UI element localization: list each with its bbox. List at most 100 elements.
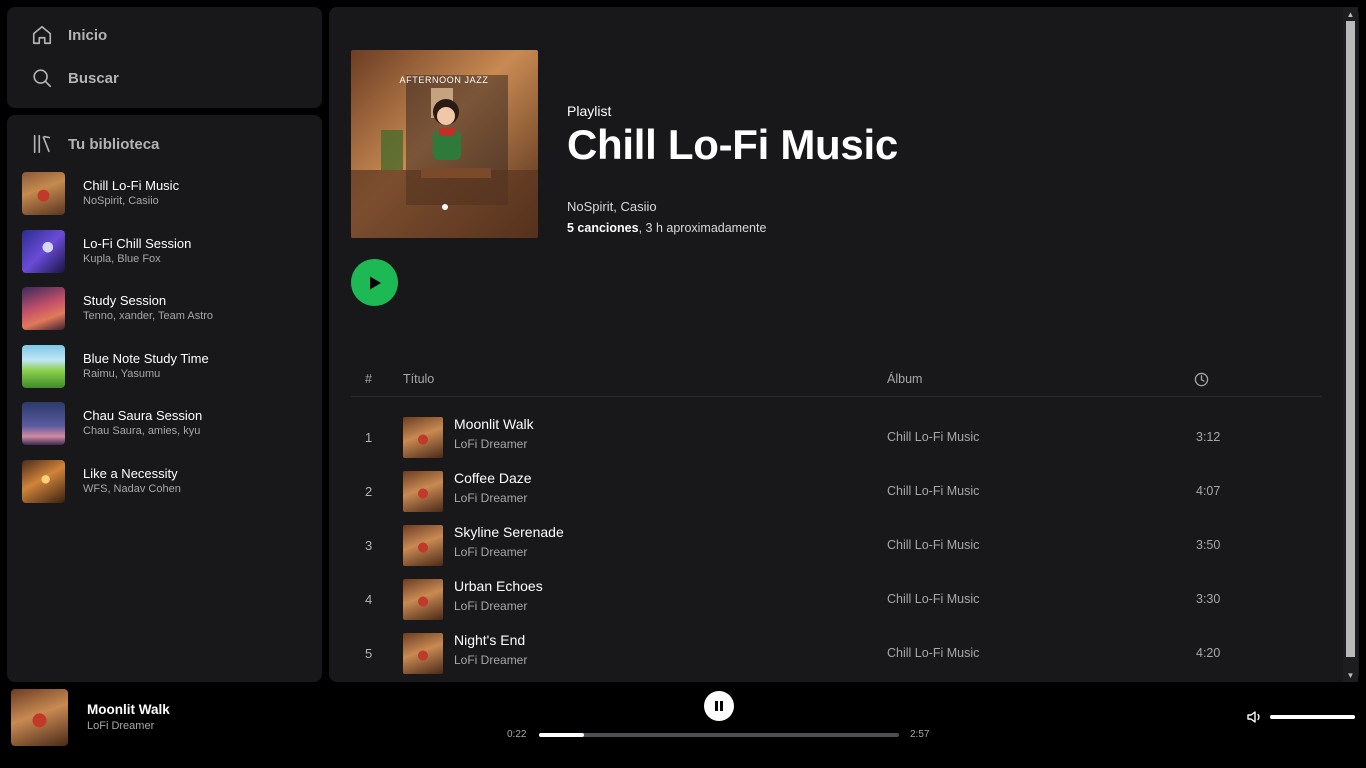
track-album[interactable]: Chill Lo-Fi Music — [887, 646, 979, 660]
home-icon — [32, 25, 52, 45]
tracklist-header: # Título Álbum — [351, 369, 1322, 397]
library-item-title: Blue Note Study Time — [83, 350, 209, 366]
playlist-cover-thumb — [22, 459, 65, 503]
scrollbar-thumb[interactable] — [1346, 21, 1355, 657]
pause-icon — [715, 701, 723, 711]
track-album[interactable]: Chill Lo-Fi Music — [887, 430, 979, 444]
track-album[interactable]: Chill Lo-Fi Music — [887, 538, 979, 552]
now-playing-cover[interactable] — [11, 689, 68, 746]
playlist-count: 5 canciones, 3 h aproximadamente — [567, 221, 766, 235]
track-number: 1 — [365, 430, 373, 445]
scroll-up-arrow-icon[interactable]: ▲ — [1343, 7, 1358, 21]
library-item[interactable]: Lo-Fi Chill Session Kupla, Blue Fox — [22, 229, 312, 273]
playlist-cover-thumb — [22, 172, 65, 215]
scroll-down-arrow-icon[interactable]: ▼ — [1343, 668, 1358, 682]
track-number: 5 — [365, 646, 373, 661]
track-thumb — [403, 417, 443, 458]
track-artist[interactable]: LoFi Dreamer — [454, 599, 527, 613]
track-row[interactable]: 3 Skyline Serenade LoFi Dreamer Chill Lo… — [351, 519, 1322, 573]
main-view: AFTERNOON JAZZ Playlist Chill Lo-Fi Musi… — [329, 7, 1359, 682]
track-row[interactable]: 5 Night's End LoFi Dreamer Chill Lo-Fi M… — [351, 627, 1322, 681]
library-item-title: Lo-Fi Chill Session — [83, 235, 192, 251]
library-item-title: Chill Lo-Fi Music — [83, 178, 180, 193]
col-number: # — [365, 372, 372, 386]
library-item-subtitle: Chau Saura, amies, kyu — [83, 425, 201, 438]
main-scrollbar[interactable]: ▲ ▼ — [1343, 7, 1358, 682]
track-artist[interactable]: LoFi Dreamer — [454, 545, 527, 559]
track-duration: 4:20 — [1196, 646, 1221, 660]
playlist-cover-thumb — [22, 344, 65, 388]
track-row[interactable]: 1 Moonlit Walk LoFi Dreamer Chill Lo-Fi … — [351, 411, 1322, 465]
library-icon — [33, 134, 51, 154]
nav-home[interactable]: Inicio — [31, 24, 107, 46]
volume-slider[interactable] — [1270, 715, 1355, 719]
playlist-title: Chill Lo-Fi Music — [567, 121, 898, 168]
library-header[interactable]: Tu biblioteca — [31, 133, 159, 155]
tracklist: 1 Moonlit Walk LoFi Dreamer Chill Lo-Fi … — [351, 411, 1322, 681]
track-album[interactable]: Chill Lo-Fi Music — [887, 484, 979, 498]
now-playing-title[interactable]: Moonlit Walk — [87, 702, 170, 717]
nav-panel: Inicio Buscar — [7, 7, 322, 108]
nav-home-label: Inicio — [68, 26, 108, 44]
library-item[interactable]: Study Session Tenno, xander, Team Astro — [22, 287, 312, 331]
track-title[interactable]: Moonlit Walk — [454, 416, 534, 432]
playlist-cover: AFTERNOON JAZZ — [351, 50, 538, 238]
search-icon — [33, 69, 52, 88]
track-duration: 3:12 — [1196, 430, 1221, 444]
library-item[interactable]: Chau Saura Session Chau Saura, amies, ky… — [22, 402, 312, 446]
track-row[interactable]: 4 Urban Echoes LoFi Dreamer Chill Lo-Fi … — [351, 573, 1322, 627]
playlist-artists[interactable]: NoSpirit, Casiio — [567, 199, 657, 214]
library-item[interactable]: Like a Necessity WFS, Nadav Cohen — [22, 459, 312, 503]
playlist-cover-thumb — [22, 229, 65, 273]
library-item-subtitle: Kupla, Blue Fox — [83, 252, 161, 265]
playlist-type: Playlist — [567, 103, 612, 119]
play-icon — [369, 276, 381, 289]
track-album[interactable]: Chill Lo-Fi Music — [887, 592, 979, 606]
volume-fill — [1270, 715, 1355, 719]
cover-text: AFTERNOON JAZZ — [400, 75, 489, 85]
library-item-title: Like a Necessity — [83, 465, 178, 481]
cover-art: AFTERNOON JAZZ — [351, 50, 538, 238]
col-title: Título — [403, 372, 435, 386]
progress-fill — [539, 733, 584, 737]
track-duration: 4:07 — [1196, 484, 1221, 498]
nav-search[interactable]: Buscar — [31, 67, 119, 89]
track-thumb — [403, 471, 443, 512]
total-time: 2:57 — [910, 729, 930, 740]
track-artist[interactable]: LoFi Dreamer — [454, 653, 527, 667]
track-title[interactable]: Coffee Daze — [454, 470, 532, 486]
library-item[interactable]: Blue Note Study Time Raimu, Yasumu — [22, 344, 312, 388]
clock-icon — [1194, 372, 1209, 390]
playlist-duration: , 3 h aproximadamente — [638, 221, 767, 235]
track-number: 3 — [365, 538, 373, 553]
now-playing-artist[interactable]: LoFi Dreamer — [87, 720, 154, 732]
track-artist[interactable]: LoFi Dreamer — [454, 491, 527, 505]
volume-icon[interactable] — [1246, 709, 1264, 725]
playlist-cover-thumb — [22, 287, 65, 331]
library-item[interactable]: Chill Lo-Fi Music NoSpirit, Casiio — [22, 172, 312, 215]
track-artist[interactable]: LoFi Dreamer — [454, 437, 527, 451]
progress-bar[interactable] — [539, 733, 899, 737]
playlist-cover-thumb — [22, 402, 65, 446]
col-album: Álbum — [887, 372, 923, 386]
track-title[interactable]: Night's End — [454, 632, 525, 648]
track-thumb — [403, 579, 443, 620]
track-title[interactable]: Urban Echoes — [454, 578, 543, 594]
track-number: 4 — [365, 592, 373, 607]
playlist-song-count: 5 canciones — [567, 221, 639, 235]
nav-search-label: Buscar — [68, 69, 119, 87]
pause-button[interactable] — [704, 691, 734, 721]
track-duration: 3:30 — [1196, 592, 1221, 606]
track-thumb — [403, 525, 443, 566]
library-item-subtitle: Raimu, Yasumu — [83, 367, 161, 380]
track-row[interactable]: 2 Coffee Daze LoFi Dreamer Chill Lo-Fi M… — [351, 465, 1322, 519]
current-time: 0:22 — [507, 729, 527, 740]
track-thumb — [403, 633, 443, 674]
track-title[interactable]: Skyline Serenade — [454, 524, 564, 540]
library-title: Tu biblioteca — [68, 135, 160, 153]
track-number: 2 — [365, 484, 373, 499]
app-window: Inicio Buscar Tu biblioteca Chill Lo-Fi … — [0, 0, 1366, 768]
play-button[interactable] — [351, 259, 398, 306]
player-bar: Moonlit Walk LoFi Dreamer 0:22 2:57 — [0, 685, 1366, 768]
library-item-subtitle: Tenno, xander, Team Astro — [83, 310, 214, 323]
